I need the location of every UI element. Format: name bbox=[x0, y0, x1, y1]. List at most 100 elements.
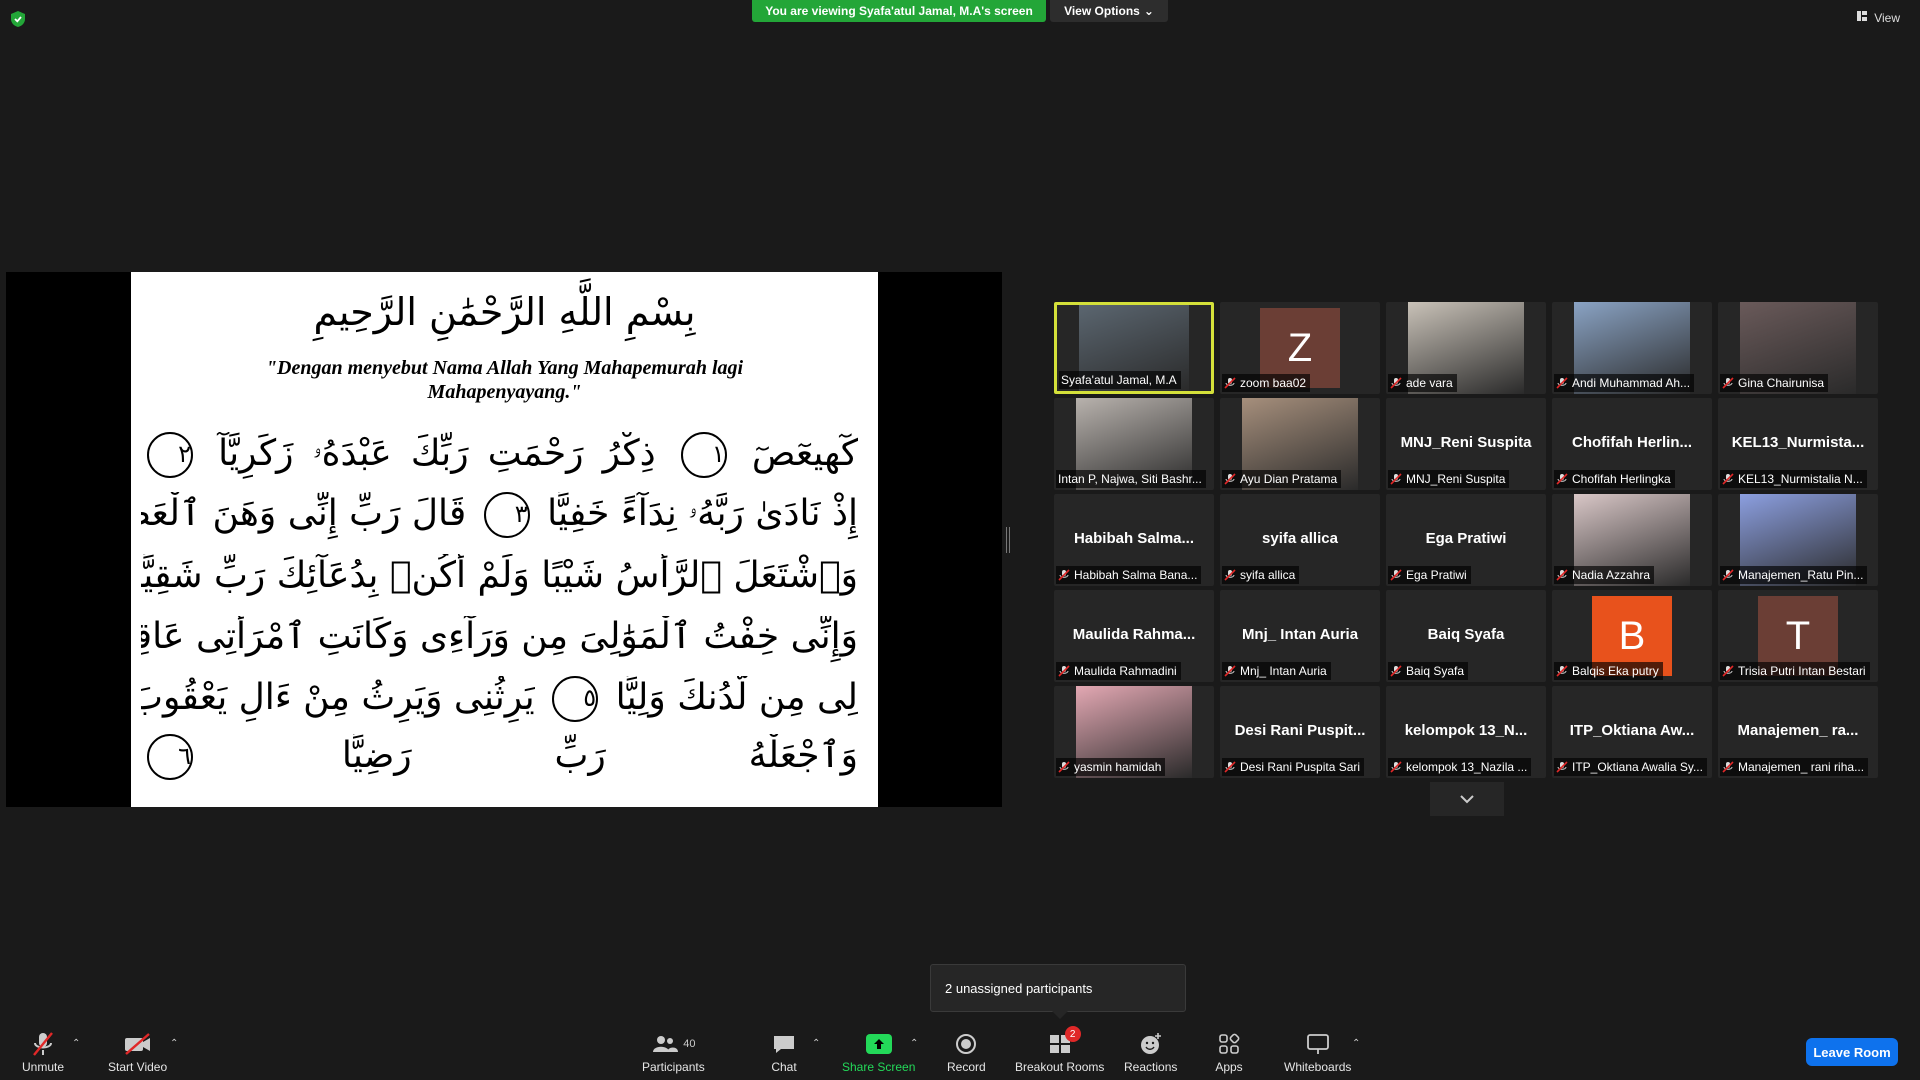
verse-text: وَإِنِّى خِفْتُ ٱلْمَوَٰلِىَ مِن وَرَآءِ… bbox=[141, 616, 858, 657]
apps-icon bbox=[1212, 1030, 1246, 1058]
leave-room-button[interactable]: Leave Room bbox=[1806, 1038, 1898, 1066]
participant-tile[interactable]: yasmin hamidah bbox=[1054, 686, 1214, 778]
participant-tile[interactable]: Andi Muhammad Ah... bbox=[1552, 302, 1712, 394]
participant-tile[interactable]: Chofifah Herlin... Chofifah Herlingka bbox=[1552, 398, 1712, 490]
verse-line: إِذْ نَادَىٰ رَبَّهُۥ نِدَآءً خَفِيًّا ٣… bbox=[141, 492, 858, 544]
participant-display-name: Ega Pratiwi bbox=[1425, 530, 1507, 547]
participant-name-label: Desi Rani Puspita Sari bbox=[1222, 758, 1365, 776]
unmute-button[interactable]: Unmute bbox=[22, 1030, 64, 1074]
participant-name: MNJ_Reni Suspita bbox=[1406, 472, 1506, 486]
verse-text: ذِكْرُ رَحْمَتِ رَبِّكَ عَبْدَهُۥ زَكَرِ… bbox=[218, 433, 656, 474]
participant-tile[interactable]: kelompok 13_N... kelompok 13_Nazila ... bbox=[1386, 686, 1546, 778]
whiteboard-icon bbox=[1301, 1030, 1335, 1058]
view-options-button[interactable]: View Options ⌄ bbox=[1050, 0, 1168, 22]
participant-tile[interactable]: Manajemen_Ratu Pin... bbox=[1718, 494, 1878, 586]
apps-button[interactable]: Apps bbox=[1212, 1030, 1246, 1074]
participant-display-name: Chofifah Herlin... bbox=[1572, 434, 1692, 451]
breakout-rooms-button[interactable]: 2 Breakout Rooms bbox=[1015, 1026, 1104, 1074]
tooltip-arrow bbox=[1052, 1011, 1068, 1019]
participant-name: Balqis Eka putry bbox=[1572, 664, 1659, 678]
audio-options-caret-icon[interactable]: ⌃ bbox=[72, 1038, 82, 1049]
muted-mic-icon bbox=[1058, 761, 1070, 773]
muted-mic-icon bbox=[1390, 377, 1402, 389]
participant-display-name: Habibah Salma... bbox=[1073, 530, 1195, 547]
participant-tile[interactable]: Intan P, Najwa, Siti Bashr... bbox=[1054, 398, 1214, 490]
participant-tile[interactable]: Zzoom baa02 bbox=[1220, 302, 1380, 394]
participant-tile[interactable]: Maulida Rahma... Maulida Rahmadini bbox=[1054, 590, 1214, 682]
verse-text: قَالَ رَبِّ إِنِّى وَهَنَ ٱلْعَظْمُ مِنِ… bbox=[141, 493, 467, 534]
participant-name: Trisia Putri Intan Bestari bbox=[1738, 664, 1866, 678]
participant-display-name: MNJ_Reni Suspita bbox=[1400, 434, 1532, 451]
participant-name-label: MNJ_Reni Suspita bbox=[1388, 470, 1510, 488]
participant-name: Chofifah Herlingka bbox=[1572, 472, 1671, 486]
participant-tile[interactable]: syifa allica syifa allica bbox=[1220, 494, 1380, 586]
participants-button[interactable]: 40 Participants bbox=[642, 1030, 705, 1074]
participant-name-label: Trisia Putri Intan Bestari bbox=[1720, 662, 1870, 680]
participant-name-label: zoom baa02 bbox=[1222, 374, 1311, 392]
reactions-button[interactable]: Reactions bbox=[1124, 1030, 1177, 1074]
muted-mic-icon bbox=[1224, 377, 1236, 389]
participant-tile[interactable]: B Balqis Eka putry bbox=[1552, 590, 1712, 682]
share-screen-icon bbox=[862, 1030, 896, 1058]
participant-tile[interactable]: T Trisia Putri Intan Bestari bbox=[1718, 590, 1878, 682]
participant-tile[interactable]: Nadia Azzahra bbox=[1552, 494, 1712, 586]
participant-tile[interactable]: Habibah Salma... Habibah Salma Bana... bbox=[1054, 494, 1214, 586]
muted-mic-icon bbox=[1722, 569, 1734, 581]
participant-name-label: syifa allica bbox=[1222, 566, 1300, 584]
muted-mic-icon bbox=[1556, 473, 1568, 485]
participant-tile[interactable]: ITP_Oktiana Aw... ITP_Oktiana Awalia Sy..… bbox=[1552, 686, 1712, 778]
muted-mic-icon bbox=[1390, 761, 1402, 773]
participant-name: Manajemen_Ratu Pin... bbox=[1738, 568, 1864, 582]
viewing-screen-banner: You are viewing Syafa'atul Jamal, M.A's … bbox=[752, 0, 1046, 22]
share-screen-label: Share Screen bbox=[842, 1060, 916, 1074]
chat-button[interactable]: Chat bbox=[767, 1030, 801, 1074]
whiteboards-button[interactable]: Whiteboards bbox=[1284, 1030, 1351, 1074]
muted-mic-icon bbox=[1722, 761, 1734, 773]
shared-screen[interactable]: بِسْمِ اللَّهِ الرَّحْمَٰنِ الرَّحِيمِ "… bbox=[6, 272, 1002, 807]
verse-line: وَإِنِّى خِفْتُ ٱلْمَوَٰلِىَ مِن وَرَآءِ… bbox=[141, 616, 858, 668]
participant-tile[interactable]: Desi Rani Puspit... Desi Rani Puspita Sar… bbox=[1220, 686, 1380, 778]
participant-display-name: Mnj_ Intan Auria bbox=[1241, 626, 1359, 643]
participant-name-label: Balqis Eka putry bbox=[1554, 662, 1663, 680]
participant-display-name: kelompok 13_N... bbox=[1404, 722, 1528, 739]
video-options-caret-icon[interactable]: ⌃ bbox=[170, 1038, 180, 1049]
participant-name: zoom baa02 bbox=[1240, 376, 1307, 390]
participant-display-name: Desi Rani Puspit... bbox=[1234, 722, 1366, 739]
view-options-label: View Options bbox=[1064, 4, 1140, 18]
participant-tile[interactable]: Gina Chairunisa bbox=[1718, 302, 1878, 394]
basmala-text: بِسْمِ اللَّهِ الرَّحْمَٰنِ الرَّحِيمِ bbox=[313, 290, 696, 334]
chat-bubble-icon bbox=[767, 1030, 801, 1058]
record-button[interactable]: Record bbox=[947, 1030, 986, 1074]
share-options-caret-icon[interactable]: ⌃ bbox=[910, 1038, 920, 1049]
participant-tile[interactable]: ade vara bbox=[1386, 302, 1546, 394]
whiteboard-options-caret-icon[interactable]: ⌃ bbox=[1352, 1038, 1362, 1049]
verse-line: وَٱشْتَعَلَ ٱلرَّأْسُ شَيْبًا وَلَمْ أَك… bbox=[141, 554, 858, 606]
participant-tile[interactable]: Syafa'atul Jamal, M.A bbox=[1054, 302, 1214, 394]
participant-tile[interactable]: Baiq Syafa Baiq Syafa bbox=[1386, 590, 1546, 682]
participant-tile[interactable]: MNJ_Reni Suspita MNJ_Reni Suspita bbox=[1386, 398, 1546, 490]
participant-tile[interactable]: Ega Pratiwi Ega Pratiwi bbox=[1386, 494, 1546, 586]
verse-text: يَرِثُنِى وَيَرِثُ مِنْ ءَالِ يَعْقُوبَ bbox=[141, 677, 535, 718]
gallery-next-page-button[interactable] bbox=[1430, 782, 1504, 816]
record-label: Record bbox=[947, 1060, 986, 1074]
participant-tile[interactable]: Ayu Dian Pratama bbox=[1220, 398, 1380, 490]
split-resize-handle[interactable] bbox=[1006, 527, 1010, 553]
start-video-button[interactable]: Start Video bbox=[108, 1030, 167, 1074]
participant-tile[interactable]: Mnj_ Intan Auria Mnj_ Intan Auria bbox=[1220, 590, 1380, 682]
participant-tile[interactable]: KEL13_Nurmista... KEL13_Nurmistalia N... bbox=[1718, 398, 1878, 490]
muted-mic-icon bbox=[1058, 665, 1070, 677]
chat-options-caret-icon[interactable]: ⌃ bbox=[812, 1038, 822, 1049]
participant-name-label: Manajemen_Ratu Pin... bbox=[1720, 566, 1868, 584]
participant-tile[interactable]: Manajemen_ ra... Manajemen_ rani riha... bbox=[1718, 686, 1878, 778]
unassigned-participants-tooltip[interactable]: 2 unassigned participants bbox=[930, 964, 1186, 1012]
ayah-number-mark: ٥ bbox=[552, 676, 599, 722]
participant-name-label: Maulida Rahmadini bbox=[1056, 662, 1181, 680]
ayah-number-mark: ٢ bbox=[147, 432, 193, 478]
security-shield-icon[interactable] bbox=[10, 10, 30, 30]
participant-display-name: Baiq Syafa bbox=[1427, 626, 1505, 643]
view-button[interactable]: View bbox=[1856, 10, 1900, 25]
participants-icon: 40 bbox=[643, 1030, 703, 1058]
participant-name-label: Baiq Syafa bbox=[1388, 662, 1469, 680]
share-screen-button[interactable]: Share Screen bbox=[842, 1030, 915, 1074]
muted-mic-icon bbox=[1224, 665, 1236, 677]
